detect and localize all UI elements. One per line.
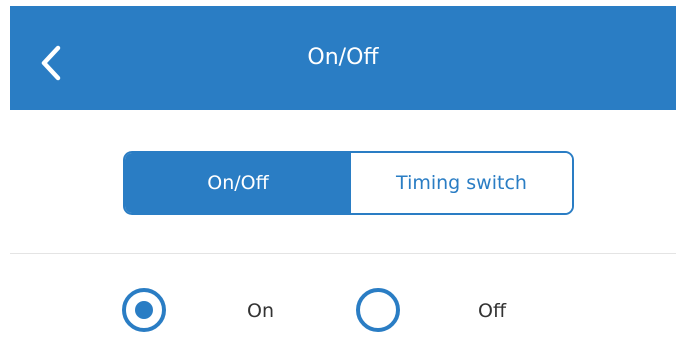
divider xyxy=(10,253,676,254)
app-header: On/Off xyxy=(10,6,676,110)
back-button[interactable] xyxy=(32,42,72,84)
radio-on-label[interactable]: On xyxy=(247,296,274,326)
radio-on[interactable] xyxy=(122,288,166,332)
radio-off[interactable] xyxy=(356,288,400,332)
chevron-left-icon xyxy=(41,45,61,81)
mode-segmented-control: On/Off Timing switch xyxy=(123,151,574,215)
tab-on-off[interactable]: On/Off xyxy=(125,153,351,213)
page-title: On/Off xyxy=(307,45,379,70)
page: On/Off On/Off Timing switch On Off xyxy=(0,0,676,363)
radio-off-label[interactable]: Off xyxy=(478,296,506,326)
tab-timing-switch[interactable]: Timing switch xyxy=(351,153,572,213)
radio-selected-dot xyxy=(135,301,153,319)
